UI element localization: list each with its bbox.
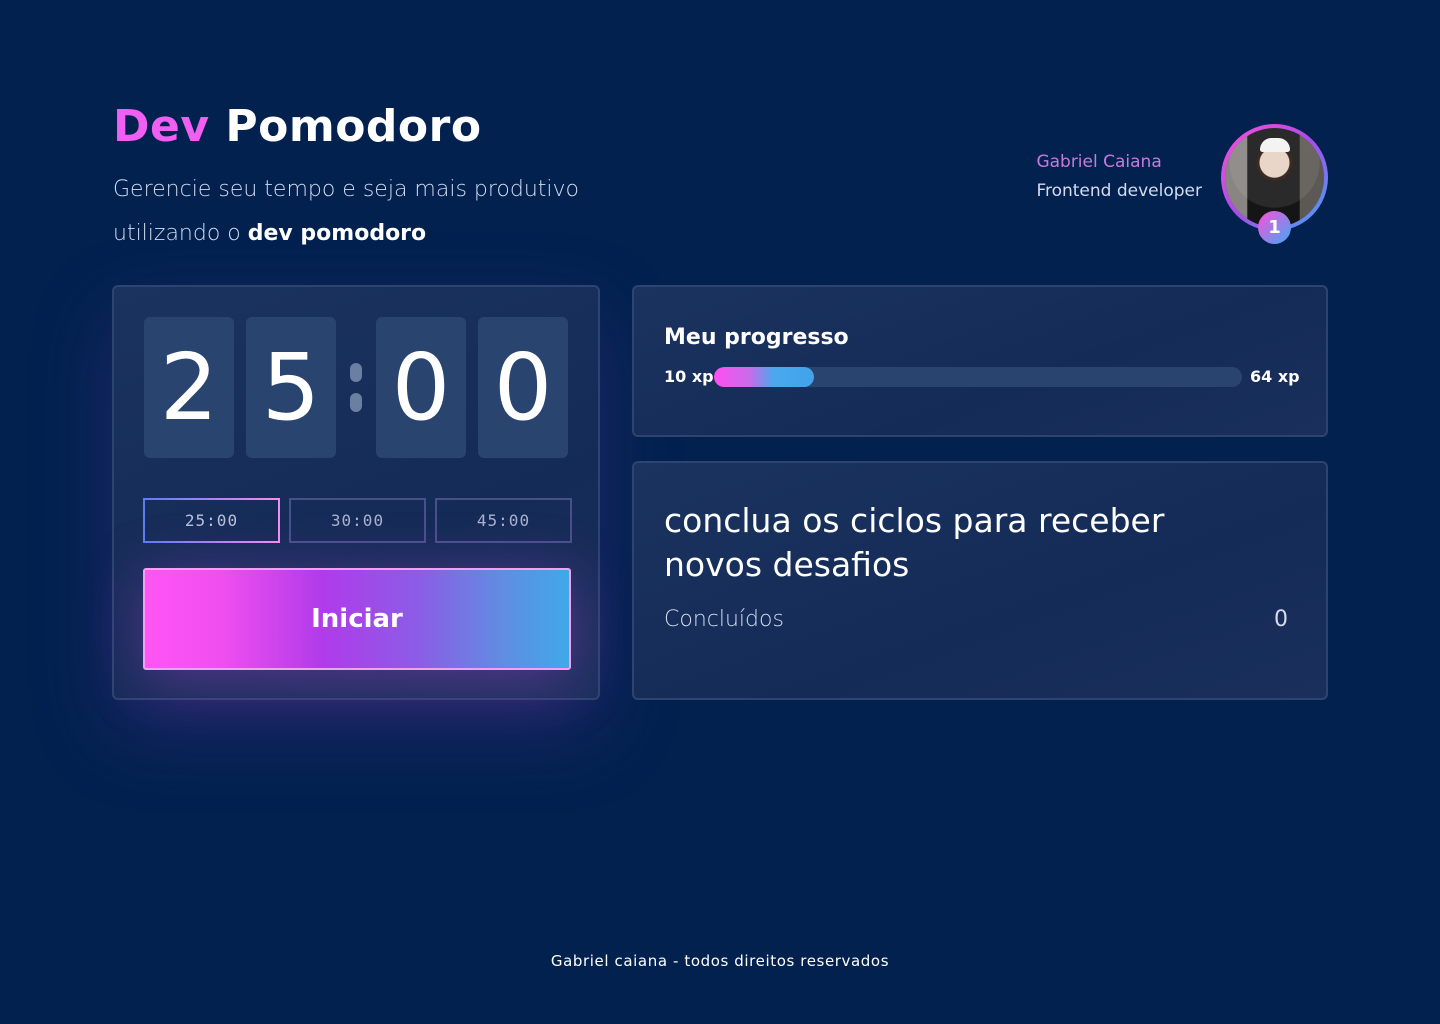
completed-count: 0	[1274, 607, 1288, 632]
xp-min-label: 10 xp	[664, 367, 714, 386]
footer-text: Gabriel caiana - todos direitos reservad…	[550, 952, 890, 970]
profile-role: Frontend developer	[1036, 181, 1202, 201]
xp-progress-fill	[714, 367, 815, 387]
timer-minute-ones: 5	[246, 317, 336, 458]
preset-25-button[interactable]: 25:00	[143, 498, 280, 543]
subtitle-line-2: utilizando o dev pomodoro	[113, 212, 633, 256]
timer-minute-tens: 2	[144, 317, 234, 458]
progress-card: Meu progresso 10 xp 64 xp	[632, 285, 1328, 437]
subtitle-bold: dev pomodoro	[247, 221, 427, 246]
xp-max-label: 64 xp	[1250, 367, 1300, 386]
timer-second-ones: 0	[478, 317, 568, 458]
xp-progress-bar	[714, 367, 1242, 387]
profile-name: Gabriel Caiana	[1036, 152, 1162, 172]
preset-30-button[interactable]: 30:00	[289, 498, 426, 543]
challenge-card: conclua os ciclos para receber novos des…	[632, 461, 1328, 700]
challenge-title: conclua os ciclos para receber novos des…	[664, 501, 1165, 584]
timer-card: 2 5 0 0 25:00 30:00 45:00 Iniciar	[112, 285, 600, 700]
app-title-accent: Dev	[113, 101, 210, 152]
app-title-rest: Pomodoro	[225, 101, 482, 152]
completed-label: Concluídos	[664, 607, 784, 632]
level-badge: 1	[1258, 211, 1291, 244]
subtitle-line-1: Gerencie seu tempo e seja mais produtivo	[113, 177, 580, 202]
start-button[interactable]: Iniciar	[143, 568, 571, 670]
profile-info: Gabriel Caiana Frontend developer	[1036, 148, 1202, 206]
subtitle-prefix: utilizando o	[113, 221, 248, 246]
progress-title: Meu progresso	[664, 325, 849, 350]
preset-45-button[interactable]: 45:00	[435, 498, 572, 543]
timer-colon	[350, 363, 362, 413]
page: Dev Pomodoro Gerencie seu tempo e seja m…	[0, 0, 1440, 1024]
app-title: Dev Pomodoro	[113, 100, 482, 154]
timer-second-tens: 0	[376, 317, 466, 458]
app-subtitle: Gerencie seu tempo e seja mais produtivo…	[113, 168, 633, 256]
